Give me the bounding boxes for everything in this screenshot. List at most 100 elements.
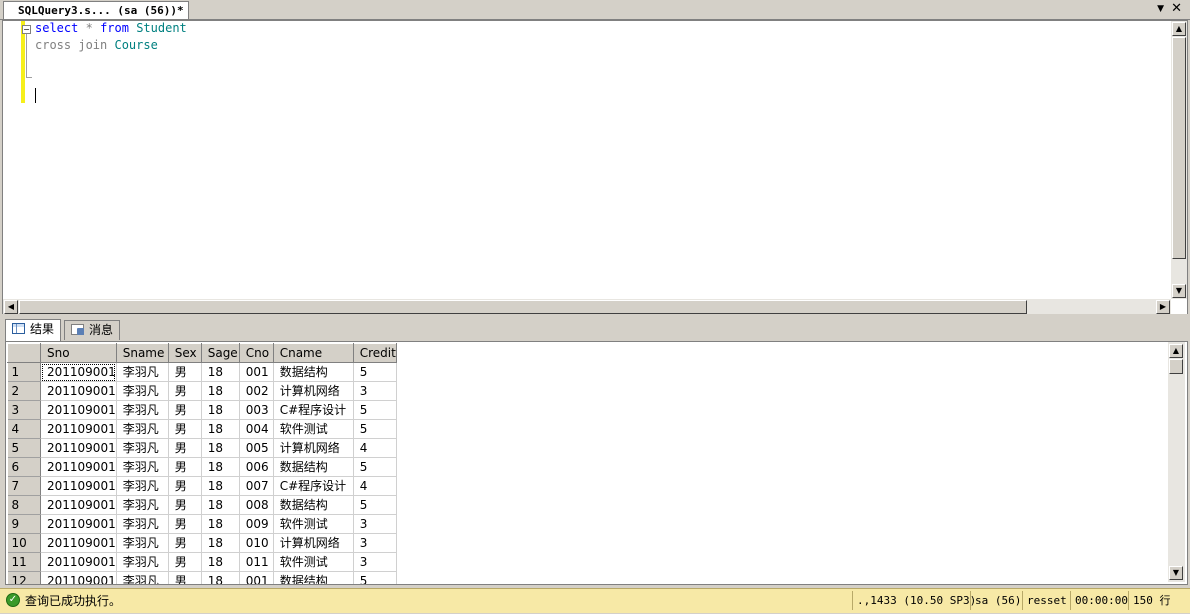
grid-cell[interactable]: 004 <box>239 419 274 439</box>
grid-cell[interactable]: 005 <box>239 438 274 458</box>
grid-cell[interactable]: 计算机网络 <box>273 381 354 401</box>
tab-results[interactable]: 结果 <box>5 319 62 341</box>
grid-cell[interactable]: 李羽凡 <box>116 514 169 534</box>
grid-cell[interactable]: 计算机网络 <box>273 533 354 553</box>
grid-cell[interactable]: 李羽凡 <box>116 495 169 515</box>
grid-cell[interactable]: 5 <box>353 419 397 439</box>
row-header[interactable]: 1 <box>7 362 41 382</box>
grid-cell[interactable]: 软件测试 <box>273 514 354 534</box>
grid-cell[interactable]: 李羽凡 <box>116 381 169 401</box>
grid-cell[interactable]: 李羽凡 <box>116 552 169 572</box>
row-header[interactable]: 8 <box>7 495 41 515</box>
scroll-up-arrow-icon[interactable]: ▲ <box>1169 344 1183 358</box>
grid-cell[interactable]: 男 <box>168 552 202 572</box>
grid-cell[interactable]: 李羽凡 <box>116 476 169 496</box>
row-header[interactable]: 7 <box>7 476 41 496</box>
grid-cell[interactable]: 男 <box>168 514 202 534</box>
grid-cell[interactable]: 4 <box>353 476 397 496</box>
grid-cell[interactable]: 201109001 <box>40 476 117 496</box>
row-header[interactable]: 9 <box>7 514 41 534</box>
query-document-tab[interactable]: SQLQuery3.s... (sa (56))* <box>3 1 189 19</box>
tab-messages[interactable]: 消息 <box>64 320 121 340</box>
grid-cell[interactable]: 003 <box>239 400 274 420</box>
grid-cell[interactable]: 3 <box>353 533 397 553</box>
scroll-right-arrow-icon[interactable]: ▶ <box>1156 300 1170 314</box>
grid-cell[interactable]: 数据结构 <box>273 495 354 515</box>
grid-cell[interactable]: 数据结构 <box>273 571 354 584</box>
grid-cell[interactable]: 男 <box>168 362 202 382</box>
grid-cell[interactable]: 4 <box>353 438 397 458</box>
table-row[interactable]: 9 201109001 李羽凡男 18 009 软件测试 3 <box>7 514 397 534</box>
grid-cell[interactable]: 201109001 <box>40 362 117 382</box>
column-header[interactable]: Sno <box>40 343 117 363</box>
grid-cell[interactable]: 18 <box>201 381 240 401</box>
column-header[interactable]: Sex <box>167 343 202 363</box>
column-header[interactable]: Cname <box>272 343 354 363</box>
grid-cell[interactable]: 201109001 <box>40 533 117 553</box>
code-line[interactable]: select * from Student <box>35 20 187 37</box>
grid-cell[interactable]: 18 <box>201 419 240 439</box>
grid-cell[interactable]: 18 <box>201 552 240 572</box>
grid-cell[interactable]: 201109001 <box>40 381 117 401</box>
grid-cell[interactable]: 男 <box>168 571 202 584</box>
grid-cell[interactable]: 18 <box>201 495 240 515</box>
table-row[interactable]: 11 201109001 李羽凡男 18 011 软件测试 3 <box>7 552 397 572</box>
table-row[interactable]: 12 201109001 李羽凡男 18 001 数据结构 5 <box>7 571 397 584</box>
grid-cell[interactable]: 201109001 <box>40 419 117 439</box>
close-tab-icon[interactable]: ✕ <box>1171 1 1182 17</box>
table-row[interactable]: 5 201109001 李羽凡男 18 005 计算机网络 4 <box>7 438 397 458</box>
grid-cell[interactable]: 李羽凡 <box>116 362 169 382</box>
grid-cell[interactable]: 李羽凡 <box>116 438 169 458</box>
grid-cell[interactable]: 201109001 <box>40 495 117 515</box>
grid-cell[interactable]: 009 <box>239 514 274 534</box>
table-row[interactable]: 8 201109001 李羽凡男 18 008 数据结构 5 <box>7 495 397 515</box>
table-row[interactable]: 6 201109001 李羽凡男 18 006 数据结构 5 <box>7 457 397 477</box>
grid-cell[interactable]: 李羽凡 <box>116 533 169 553</box>
grid-cell[interactable]: 男 <box>168 476 202 496</box>
grid-cell[interactable]: 李羽凡 <box>116 419 169 439</box>
table-row[interactable]: 2 201109001 李羽凡男 18 002 计算机网络 3 <box>7 381 397 401</box>
grid-cell[interactable]: 李羽凡 <box>116 457 169 477</box>
grid-cell[interactable]: 201109001 <box>40 514 117 534</box>
grid-cell[interactable]: 001 <box>239 571 274 584</box>
grid-cell[interactable]: 18 <box>201 571 240 584</box>
row-header[interactable]: 4 <box>7 419 41 439</box>
grid-cell[interactable]: 002 <box>239 381 274 401</box>
grid-cell[interactable]: 李羽凡 <box>116 400 169 420</box>
grid-corner-cell[interactable] <box>7 343 41 363</box>
row-header[interactable]: 6 <box>7 457 41 477</box>
grid-cell[interactable]: 5 <box>353 495 397 515</box>
grid-cell[interactable]: C#程序设计 <box>273 476 354 496</box>
column-header[interactable]: Credit <box>352 343 397 363</box>
grid-cell[interactable]: 5 <box>353 457 397 477</box>
grid-cell[interactable]: 5 <box>353 400 397 420</box>
table-row[interactable]: 4 201109001 李羽凡男 18 004 软件测试 5 <box>7 419 397 439</box>
grid-cell[interactable]: 201109001 <box>40 438 117 458</box>
row-header[interactable]: 5 <box>7 438 41 458</box>
scroll-down-arrow-icon[interactable]: ▼ <box>1172 284 1186 298</box>
table-row[interactable]: 10 201109001 李羽凡男 18 010 计算机网络 3 <box>7 533 397 553</box>
grid-cell[interactable]: 数据结构 <box>273 362 354 382</box>
grid-cell[interactable]: 007 <box>239 476 274 496</box>
grid-cell[interactable]: 201109001 <box>40 400 117 420</box>
grid-cell[interactable]: 18 <box>201 438 240 458</box>
tab-list-dropdown-icon[interactable]: ▼ <box>1157 3 1164 15</box>
grid-cell[interactable]: 006 <box>239 457 274 477</box>
grid-cell[interactable]: 计算机网络 <box>273 438 354 458</box>
scroll-left-arrow-icon[interactable]: ◀ <box>4 300 18 314</box>
grid-cell[interactable]: 3 <box>353 514 397 534</box>
grid-cell[interactable]: 18 <box>201 362 240 382</box>
grid-cell[interactable]: 软件测试 <box>273 419 354 439</box>
grid-cell[interactable]: 011 <box>239 552 274 572</box>
collapse-outline-icon[interactable]: − <box>22 25 31 34</box>
grid-cell[interactable]: 201109001 <box>40 457 117 477</box>
grid-cell[interactable]: 5 <box>353 362 397 382</box>
grid-cell[interactable]: 软件测试 <box>273 552 354 572</box>
editor-horizontal-scroll-thumb[interactable] <box>19 300 1027 314</box>
editor-vertical-scroll-thumb[interactable] <box>1172 37 1186 259</box>
scroll-down-arrow-icon[interactable]: ▼ <box>1169 566 1183 580</box>
grid-cell[interactable]: 男 <box>168 438 202 458</box>
table-row[interactable]: 3 201109001 李羽凡男 18 003 C#程序设计 5 <box>7 400 397 420</box>
grid-cell[interactable]: 3 <box>353 381 397 401</box>
grid-cell[interactable]: 18 <box>201 476 240 496</box>
